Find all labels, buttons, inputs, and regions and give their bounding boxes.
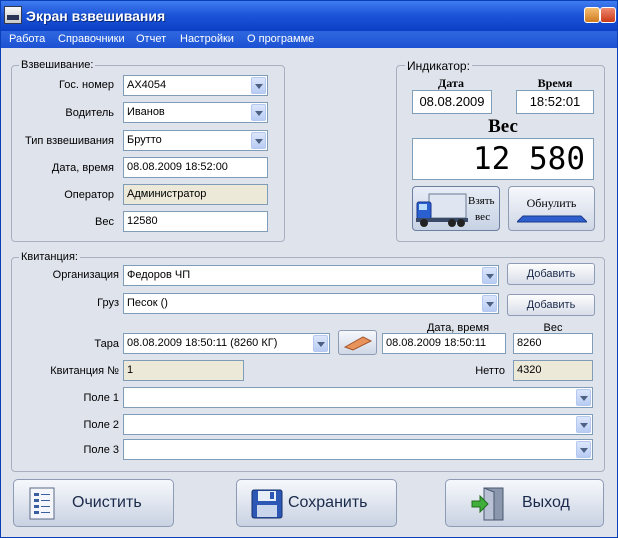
- chevron-down-icon[interactable]: [251, 132, 266, 149]
- menu-rabota[interactable]: Работа: [9, 33, 45, 45]
- driver-value: Иванов: [127, 106, 165, 118]
- chevron-down-icon[interactable]: [482, 295, 497, 312]
- tare-datetime-field[interactable]: 08.08.2009 18:50:11: [382, 333, 506, 354]
- weighing-legend: Взвешивание:: [19, 59, 96, 71]
- take-weight-label-1: Взять: [468, 195, 495, 207]
- add-cargo-button[interactable]: Добавить: [507, 294, 595, 316]
- cargo-label: Груз: [97, 297, 119, 309]
- eraser-icon: [343, 336, 373, 351]
- tare-label: Тара: [94, 338, 119, 350]
- indicator-weight-display: 12 580: [412, 138, 594, 180]
- weighing-type-combo[interactable]: Брутто: [123, 130, 268, 151]
- indicator-legend: Индикатор:: [405, 59, 472, 73]
- reset-button[interactable]: Обнулить: [508, 186, 595, 231]
- add-organization-button[interactable]: Добавить: [507, 263, 595, 285]
- organization-label: Организация: [52, 269, 119, 281]
- indicator-time: 18:52:01: [516, 90, 594, 114]
- title-bar: Экран взвешивания: [1, 1, 617, 31]
- save-button[interactable]: Сохранить: [236, 479, 397, 527]
- datetime-field[interactable]: 08.08.2009 18:52:00: [123, 157, 268, 178]
- take-weight-button[interactable]: Взять вес: [412, 186, 500, 231]
- chevron-down-icon[interactable]: [576, 389, 591, 406]
- indicator-date-label: Дата: [438, 76, 464, 90]
- menu-nastroiki[interactable]: Настройки: [180, 33, 234, 45]
- organization-combo[interactable]: Федоров ЧП: [123, 265, 499, 286]
- field2-combo[interactable]: [123, 414, 593, 435]
- organization-value: Федоров ЧП: [127, 269, 191, 281]
- chevron-down-icon[interactable]: [313, 335, 328, 352]
- operator-label: Оператор: [64, 189, 114, 201]
- chevron-down-icon[interactable]: [576, 416, 591, 433]
- menu-otchet[interactable]: Отчет: [136, 33, 166, 45]
- pick-tare-button[interactable]: [338, 330, 377, 355]
- indicator-date: 08.08.2009: [412, 90, 492, 114]
- operator-field: Администратор: [123, 184, 268, 205]
- cargo-value: Песок (): [127, 297, 168, 309]
- menu-bar: Работа Справочники Отчет Настройки О про…: [1, 31, 617, 48]
- weighing-type-value: Брутто: [127, 134, 162, 146]
- receipt-legend: Квитанция:: [19, 251, 80, 263]
- datetime-label: Дата, время: [51, 162, 114, 174]
- indicator-time-label: Время: [537, 76, 573, 90]
- document-icon: [29, 487, 55, 520]
- tare-weight-field[interactable]: 8260: [513, 333, 593, 354]
- exit-door-icon: [471, 487, 504, 521]
- take-weight-label-2: вес: [475, 211, 491, 223]
- clear-label: Очистить: [72, 494, 142, 511]
- app-icon: [4, 6, 22, 24]
- weight-label: Вес: [95, 216, 114, 228]
- chevron-down-icon[interactable]: [251, 104, 266, 121]
- field1-combo[interactable]: [123, 387, 593, 408]
- gos-nomer-label: Гос. номер: [59, 79, 114, 91]
- tare-combo[interactable]: 08.08.2009 18:50:11 (8260 КГ): [123, 333, 330, 354]
- field3-label: Поле 3: [83, 444, 120, 456]
- window-title: Экран взвешивания: [26, 8, 166, 24]
- clear-button[interactable]: Очистить: [13, 479, 174, 527]
- indicator-weight-label: Вес: [488, 116, 518, 137]
- weight-field[interactable]: 12580: [123, 211, 268, 232]
- exit-label: Выход: [522, 494, 570, 511]
- field1-label: Поле 1: [83, 392, 120, 404]
- truck-icon: [416, 193, 468, 227]
- menu-spravochniki[interactable]: Справочники: [58, 33, 125, 45]
- weighing-window: Экран взвешивания Работа Справочники Отч…: [0, 0, 618, 538]
- menu-o-programme[interactable]: О программе: [247, 33, 314, 45]
- net-field: 4320: [513, 360, 593, 381]
- chevron-down-icon[interactable]: [576, 441, 591, 458]
- net-label: Нетто: [475, 365, 505, 377]
- gos-nomer-combo[interactable]: АХ4054: [123, 75, 268, 96]
- cargo-combo[interactable]: Песок (): [123, 293, 499, 314]
- reset-label: Обнулить: [526, 196, 577, 210]
- tare-value: 08.08.2009 18:50:11 (8260 КГ): [127, 337, 278, 349]
- exit-button[interactable]: Выход: [445, 479, 604, 527]
- field2-label: Поле 2: [83, 419, 120, 431]
- chevron-down-icon[interactable]: [482, 267, 497, 284]
- chevron-down-icon[interactable]: [251, 77, 266, 94]
- floppy-disk-icon: [251, 489, 283, 519]
- scale-platform-icon: [517, 215, 587, 223]
- driver-combo[interactable]: Иванов: [123, 102, 268, 123]
- save-label: Сохранить: [288, 494, 368, 511]
- gos-nomer-value: АХ4054: [127, 79, 167, 91]
- driver-label: Водитель: [65, 107, 114, 119]
- field3-combo[interactable]: [123, 439, 593, 460]
- receipt-no-label: Квитанция №: [50, 365, 119, 377]
- minimize-button[interactable]: [584, 7, 600, 23]
- close-button[interactable]: [600, 7, 616, 23]
- weighing-type-label: Тип взвешивания: [25, 135, 114, 147]
- receipt-no-field: 1: [123, 360, 244, 381]
